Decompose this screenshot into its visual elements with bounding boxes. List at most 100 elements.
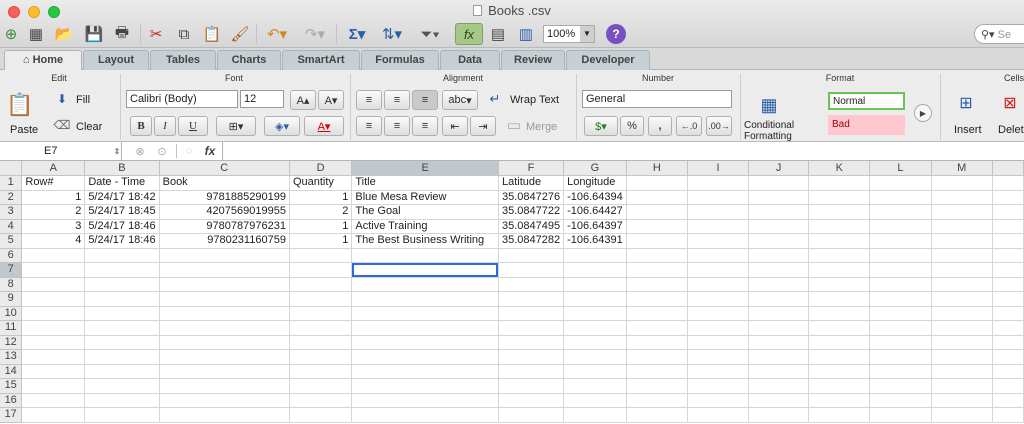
cell-h5[interactable] [626, 233, 688, 249]
conditional-formatting-icon[interactable]: ▦ [752, 90, 786, 120]
cell-j3[interactable] [748, 204, 810, 220]
cell-a8[interactable] [21, 277, 86, 292]
cell-j5[interactable] [748, 233, 810, 249]
cell-h13[interactable] [626, 349, 688, 365]
cell-c13[interactable] [159, 349, 290, 365]
cell-f14[interactable] [498, 364, 565, 379]
cell-f3[interactable]: 35.0847722 [498, 204, 565, 220]
cell-j6[interactable] [748, 248, 810, 263]
cell-g3[interactable]: -106.64427 [563, 204, 627, 220]
cell-f16[interactable] [498, 393, 565, 408]
currency-icon[interactable]: $▾ [584, 116, 618, 136]
column-header-m[interactable]: M [931, 161, 993, 176]
cell-h8[interactable] [626, 277, 688, 292]
cell-h4[interactable] [626, 219, 688, 234]
text-orientation-button[interactable]: abc ▾ [442, 90, 478, 110]
cell-k15[interactable] [808, 378, 871, 394]
cell-k8[interactable] [808, 277, 871, 292]
cell-m2[interactable] [931, 190, 993, 205]
cell-c6[interactable] [159, 248, 290, 263]
increase-decimal-icon[interactable]: ←.0 [676, 116, 702, 136]
cell-e5[interactable]: The Best Business Writing [351, 233, 499, 249]
cell-k1[interactable] [808, 175, 871, 191]
cell-l2[interactable] [869, 190, 932, 205]
cell-d13[interactable] [289, 349, 353, 365]
cell-k12[interactable] [808, 335, 871, 350]
cell-j12[interactable] [748, 335, 810, 350]
row-header[interactable]: 3 [0, 204, 23, 220]
cell-k3[interactable] [808, 204, 871, 220]
align-left-icon[interactable]: ≡ [356, 116, 382, 136]
cell-k7[interactable] [808, 262, 871, 278]
cell-g2[interactable]: -106.64394 [563, 190, 627, 205]
cell-i5[interactable] [687, 233, 750, 249]
cell-g11[interactable] [563, 320, 627, 336]
cell-c8[interactable] [159, 277, 290, 292]
cell-l9[interactable] [869, 291, 932, 307]
cell-b8[interactable] [84, 277, 160, 292]
row-header[interactable]: 15 [0, 378, 23, 394]
column-header-h[interactable]: H [626, 161, 688, 176]
cell-h9[interactable] [626, 291, 688, 307]
cell-c7[interactable] [159, 262, 290, 278]
font-size-field[interactable]: 12 [240, 90, 284, 108]
cell-l15[interactable] [869, 378, 932, 394]
row-header[interactable]: 12 [0, 335, 23, 350]
cell-l11[interactable] [869, 320, 932, 336]
undo-icon[interactable]: ↶▾ [260, 23, 294, 45]
cell-overflow[interactable] [992, 407, 1024, 423]
cell-k14[interactable] [808, 364, 871, 379]
column-header-c[interactable]: C [159, 161, 290, 176]
cell-a1[interactable]: Row# [21, 175, 86, 191]
cell-a3[interactable]: 2 [21, 204, 86, 220]
cell-g15[interactable] [563, 378, 627, 394]
cell-c17[interactable] [159, 407, 290, 423]
cell-l6[interactable] [869, 248, 932, 263]
column-header-k[interactable]: K [808, 161, 871, 176]
cell-c10[interactable] [159, 306, 290, 321]
help-icon[interactable]: ? [606, 24, 626, 44]
cell-g17[interactable] [563, 407, 627, 423]
row-header[interactable]: 7 [0, 262, 23, 278]
cell-h6[interactable] [626, 248, 688, 263]
column-header-i[interactable]: I [687, 161, 750, 176]
cell-overflow[interactable] [992, 262, 1024, 278]
cell-h17[interactable] [626, 407, 688, 423]
cell-l5[interactable] [869, 233, 932, 249]
tab-home[interactable]: ⌂ Home [4, 50, 82, 71]
cell-g13[interactable] [563, 349, 627, 365]
cell-b11[interactable] [84, 320, 160, 336]
cell-a16[interactable] [21, 393, 86, 408]
cell-f6[interactable] [498, 248, 565, 263]
cell-e9[interactable] [351, 291, 499, 307]
cell-d3[interactable]: 2 [289, 204, 353, 220]
cell-d17[interactable] [289, 407, 353, 423]
cell-m1[interactable] [931, 175, 993, 191]
cell-c14[interactable] [159, 364, 290, 379]
cell-j15[interactable] [748, 378, 810, 394]
cell-e1[interactable]: Title [351, 175, 499, 191]
tab-charts[interactable]: Charts [217, 50, 281, 70]
insert-function-button[interactable]: fx [202, 143, 218, 159]
cell-l10[interactable] [869, 306, 932, 321]
filter-icon[interactable]: ⏷▾ [414, 23, 446, 45]
cell-h2[interactable] [626, 190, 688, 205]
cell-h3[interactable] [626, 204, 688, 220]
align-middle-icon[interactable]: ≡ [384, 90, 410, 110]
cell-d12[interactable] [289, 335, 353, 350]
cell-k17[interactable] [808, 407, 871, 423]
cell-i15[interactable] [687, 378, 750, 394]
underline-button[interactable]: U [178, 116, 208, 136]
tab-layout[interactable]: Layout [83, 50, 149, 70]
cell-m15[interactable] [931, 378, 993, 394]
decrease-indent-icon[interactable]: ⇤ [442, 116, 468, 136]
column-header-l[interactable]: L [869, 161, 932, 176]
cell-m9[interactable] [931, 291, 993, 307]
media-browser-icon[interactable]: ▤ [486, 23, 510, 45]
increase-indent-icon[interactable]: ⇥ [470, 116, 496, 136]
cell-h16[interactable] [626, 393, 688, 408]
cell-i13[interactable] [687, 349, 750, 365]
cell-e16[interactable] [351, 393, 499, 408]
cell-b7[interactable] [84, 262, 160, 278]
row-header[interactable]: 17 [0, 407, 23, 423]
